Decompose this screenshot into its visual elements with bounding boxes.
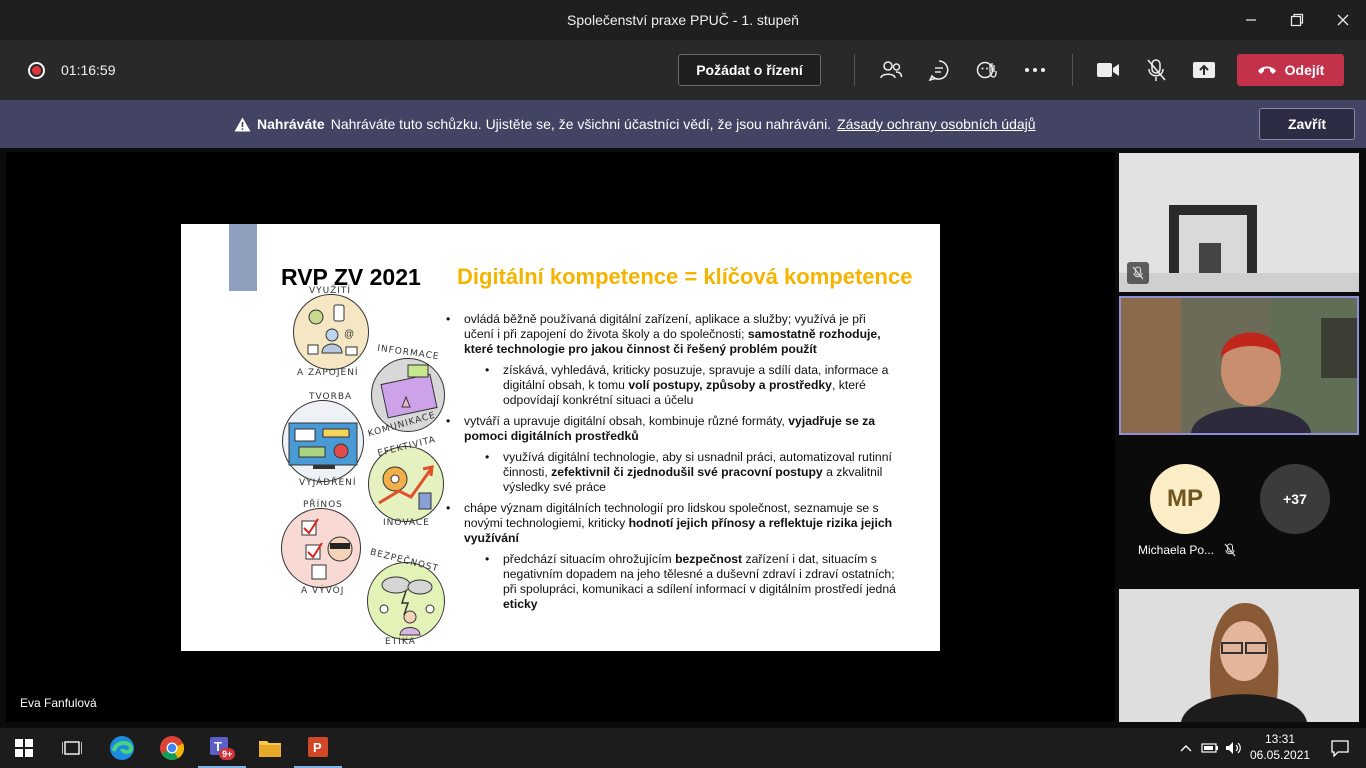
- toolbar-divider: [1072, 54, 1073, 86]
- leave-button[interactable]: Odejít: [1237, 54, 1344, 86]
- close-banner-button[interactable]: Zavřít: [1259, 108, 1355, 140]
- more-participants-button[interactable]: +37: [1260, 464, 1330, 534]
- circle-safety-illustration: [367, 562, 445, 640]
- circle-creation-illustration: [282, 400, 364, 482]
- toolbar-divider: [854, 54, 855, 86]
- participants-icon[interactable]: [876, 55, 906, 85]
- slide-title-right: Digitální kompetence = klíčová kompetenc…: [457, 264, 913, 289]
- circle-label: INOVACE: [383, 518, 430, 528]
- leave-label: Odejít: [1284, 62, 1325, 78]
- slide-accent-bar: [229, 224, 257, 291]
- more-options-icon[interactable]: [1020, 55, 1050, 85]
- presenter-name: Eva Fanfulová: [20, 696, 97, 710]
- sub-bullet-item: předchází situacím ohrožujícím bezpečnos…: [446, 552, 898, 612]
- banner-message: Nahráváte tuto schůzku. Ujistěte se, že …: [330, 116, 832, 132]
- video-feed: [1121, 298, 1357, 433]
- microphone-muted-icon: [1127, 262, 1149, 284]
- circle-label: PŘÍNOS: [303, 500, 343, 510]
- circle-label: A ZAPOJENÍ: [297, 368, 359, 378]
- window-title: Společenství praxe PPUČ - 1. stupeň: [567, 12, 799, 28]
- participant-name: Michaela Po...: [1138, 543, 1236, 557]
- volume-icon[interactable]: [1222, 728, 1246, 768]
- task-view-icon[interactable]: [48, 728, 96, 768]
- active-speaker-video-tile[interactable]: [1119, 296, 1359, 435]
- teams-app-icon[interactable]: T 9+: [198, 728, 246, 768]
- microphone-muted-icon[interactable]: [1141, 55, 1171, 85]
- maximize-icon[interactable]: [1274, 0, 1320, 40]
- avatar[interactable]: MP: [1150, 464, 1220, 534]
- windows-start-icon[interactable]: [0, 728, 48, 768]
- file-explorer-icon[interactable]: [246, 728, 294, 768]
- notification-badge: 9+: [219, 748, 236, 760]
- share-screen-icon[interactable]: [1189, 55, 1219, 85]
- request-control-button[interactable]: Požádat o řízení: [678, 54, 821, 86]
- chat-icon[interactable]: [924, 55, 954, 85]
- minimize-icon[interactable]: [1228, 0, 1274, 40]
- bullet-item: vytváří a upravuje digitální obsah, komb…: [446, 414, 898, 444]
- video-feed: [1119, 153, 1359, 292]
- circle-usage-illustration: @: [293, 294, 369, 370]
- sub-bullet-item: získává, vyhledává, kriticky posuzuje, s…: [446, 363, 898, 408]
- bullet-item: chápe význam digitálních technologií pro…: [446, 501, 898, 546]
- phone-hangup-icon: [1257, 66, 1276, 74]
- recording-banner-text: Nahráváte Nahráváte tuto schůzku. Ujistě…: [234, 116, 1036, 132]
- raise-hand-icon[interactable]: [972, 55, 1002, 85]
- meeting-timer: 01:16:59: [61, 62, 116, 78]
- circle-benefit-illustration: [281, 508, 361, 588]
- close-window-icon[interactable]: [1320, 0, 1366, 40]
- powerpoint-app-icon[interactable]: P: [294, 728, 342, 768]
- show-hidden-icons-icon[interactable]: [1174, 728, 1198, 768]
- svg-text:@: @: [344, 329, 354, 340]
- sub-bullet-item: využívá digitální technologie, aby si us…: [446, 450, 898, 495]
- svg-text:P: P: [313, 740, 322, 755]
- circle-label: A VÝVOJ: [301, 586, 345, 596]
- presentation-slide: RVP ZV 2021 Digitální kompetence = klíčo…: [181, 224, 940, 651]
- video-feed: [1119, 589, 1359, 722]
- warning-icon: [234, 117, 251, 131]
- self-video-tile[interactable]: [1119, 589, 1359, 722]
- notifications-icon[interactable]: [1316, 728, 1364, 768]
- circle-label: ETIKA: [385, 637, 416, 647]
- system-clock[interactable]: 13:31 06.05.2021: [1250, 731, 1310, 763]
- edge-browser-icon[interactable]: [98, 728, 146, 768]
- circle-label: VYUŽITÍ: [309, 286, 352, 296]
- bullet-item: ovládá běžně používaná digitální zařízen…: [446, 312, 898, 357]
- recording-icon: [28, 62, 45, 79]
- title-bar: Společenství praxe PPUČ - 1. stupeň: [0, 0, 1366, 40]
- microphone-muted-icon: [1224, 543, 1236, 557]
- circle-label: TVORBA: [309, 392, 353, 402]
- battery-icon[interactable]: [1198, 728, 1222, 768]
- window-controls: [1228, 0, 1366, 40]
- slide-bullet-list: ovládá běžně používaná digitální zařízen…: [446, 312, 898, 618]
- chrome-browser-icon[interactable]: [148, 728, 196, 768]
- participant-video-tile[interactable]: [1119, 153, 1359, 292]
- banner-label: Nahráváte: [257, 116, 325, 132]
- circle-label: VYJÁDŘENÍ: [299, 478, 357, 488]
- camera-icon[interactable]: [1093, 55, 1123, 85]
- privacy-policy-link[interactable]: Zásady ochrany osobních údajů: [837, 116, 1035, 132]
